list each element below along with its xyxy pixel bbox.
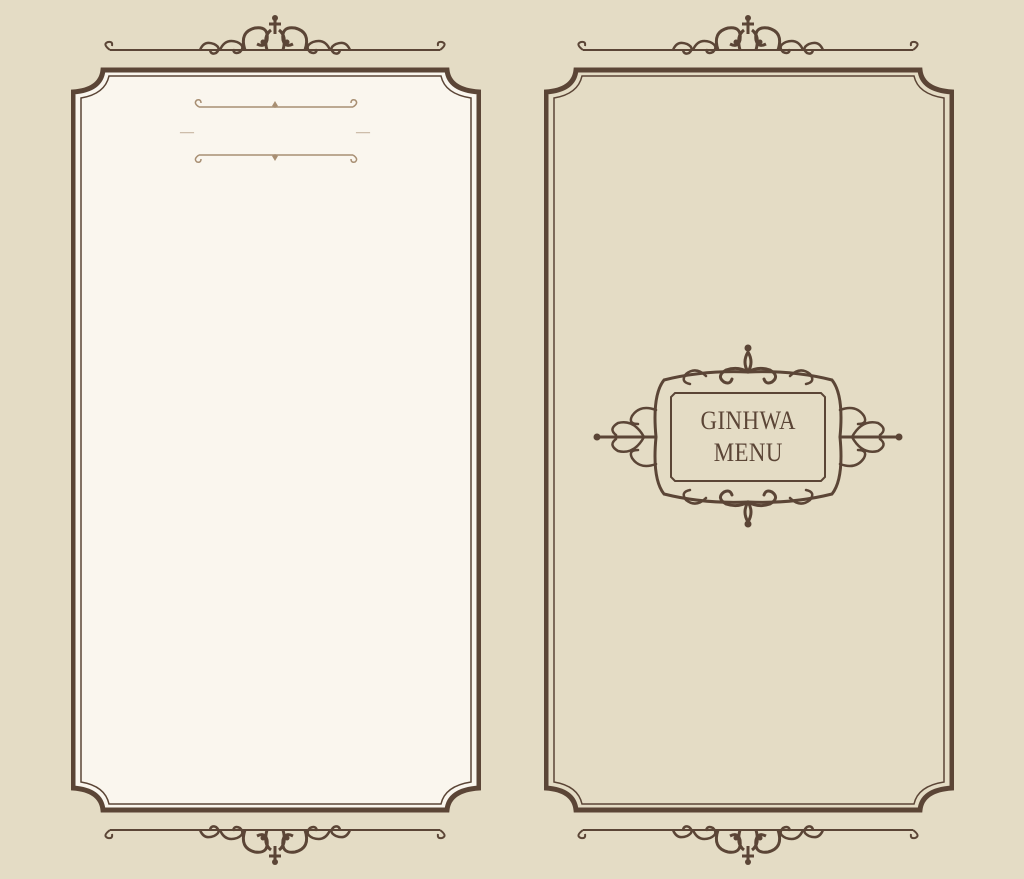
inside-page-panel: — — xyxy=(71,0,481,879)
cover-title-line2: MENU xyxy=(713,438,783,467)
cover-title: GINHWA MENU xyxy=(668,395,828,479)
outer-border xyxy=(73,70,479,810)
cover-title-line1: GINHWA xyxy=(700,406,796,435)
top-scroll-ornament-icon xyxy=(576,13,920,56)
heading-dash-left: — xyxy=(179,125,195,140)
top-scroll-ornament-icon xyxy=(103,13,447,56)
inside-page-frame: — — xyxy=(71,13,481,867)
bottom-scroll-ornament-icon xyxy=(103,824,447,867)
cover-panel: GINHWA MENU xyxy=(544,0,954,879)
heading-dash-right: — xyxy=(355,125,371,140)
bottom-scroll-ornament-icon xyxy=(576,824,920,867)
